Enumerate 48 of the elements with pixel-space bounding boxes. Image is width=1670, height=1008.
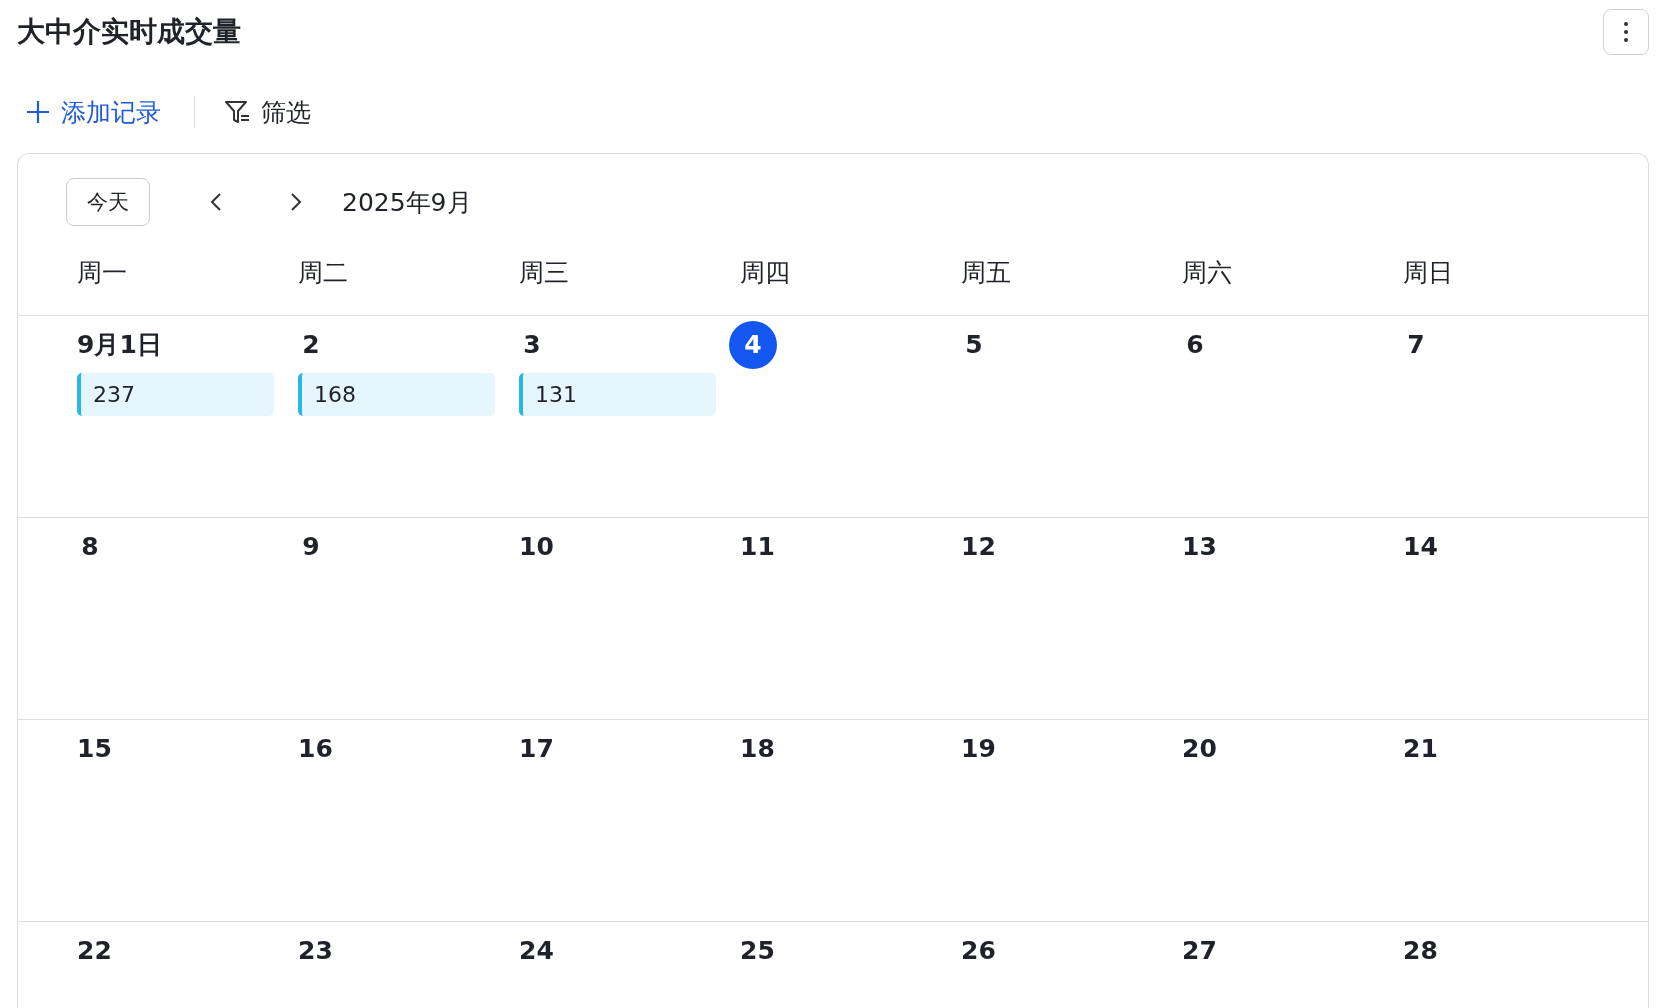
filter-icon	[223, 98, 251, 126]
date-label: 17	[519, 733, 554, 765]
plus-icon	[25, 99, 51, 125]
date-label: 26	[961, 935, 996, 967]
date-label: 19	[961, 733, 996, 765]
weekday-label: 周一	[77, 257, 128, 289]
month-title: 2025年9月	[342, 186, 472, 219]
date-label: 20	[1182, 733, 1217, 765]
event-bar[interactable]: 237	[77, 373, 274, 416]
weekday-label: 周日	[1403, 257, 1454, 289]
date-label: 13	[1182, 531, 1217, 563]
date-label: 10	[519, 531, 554, 563]
date-label: 6	[1185, 329, 1205, 361]
weekday-label: 周四	[740, 257, 791, 289]
chevron-left-icon	[210, 192, 222, 212]
date-label: 11	[740, 531, 775, 563]
date-label: 9	[301, 531, 321, 563]
date-label: 23	[298, 935, 333, 967]
event-bar[interactable]: 168	[298, 373, 495, 416]
date-label: 15	[77, 733, 112, 765]
weekday-label: 周五	[961, 257, 1012, 289]
weekday-label: 周六	[1182, 257, 1233, 289]
date-label: 22	[77, 935, 112, 967]
date-label: 8	[80, 531, 100, 563]
filter-button[interactable]: 筛选	[215, 95, 319, 129]
event-bar[interactable]: 131	[519, 373, 716, 416]
date-label: 14	[1403, 531, 1438, 563]
date-label: 5	[964, 329, 984, 361]
today-button[interactable]: 今天	[66, 178, 150, 226]
date-label: 9月1日	[77, 329, 162, 361]
date-label: 28	[1403, 935, 1438, 967]
date-label: 12	[961, 531, 996, 563]
date-label: 2	[301, 329, 321, 361]
chevron-right-icon	[290, 192, 302, 212]
date-label: 7	[1406, 329, 1426, 361]
date-label: 18	[740, 733, 775, 765]
date-label: 24	[519, 935, 554, 967]
more-icon	[1623, 21, 1629, 43]
date-label: 25	[740, 935, 775, 967]
date-label: 27	[1182, 935, 1217, 967]
date-label: 21	[1403, 733, 1438, 765]
widget-title: 大中介实时成交量	[17, 14, 241, 50]
weekday-label: 周二	[298, 257, 349, 289]
weekday-label: 周三	[519, 257, 570, 289]
date-label: 3	[522, 329, 542, 361]
date-label: 16	[298, 733, 333, 765]
add-record-button[interactable]: 添加记录	[17, 95, 169, 129]
date-label: 4	[729, 321, 777, 369]
